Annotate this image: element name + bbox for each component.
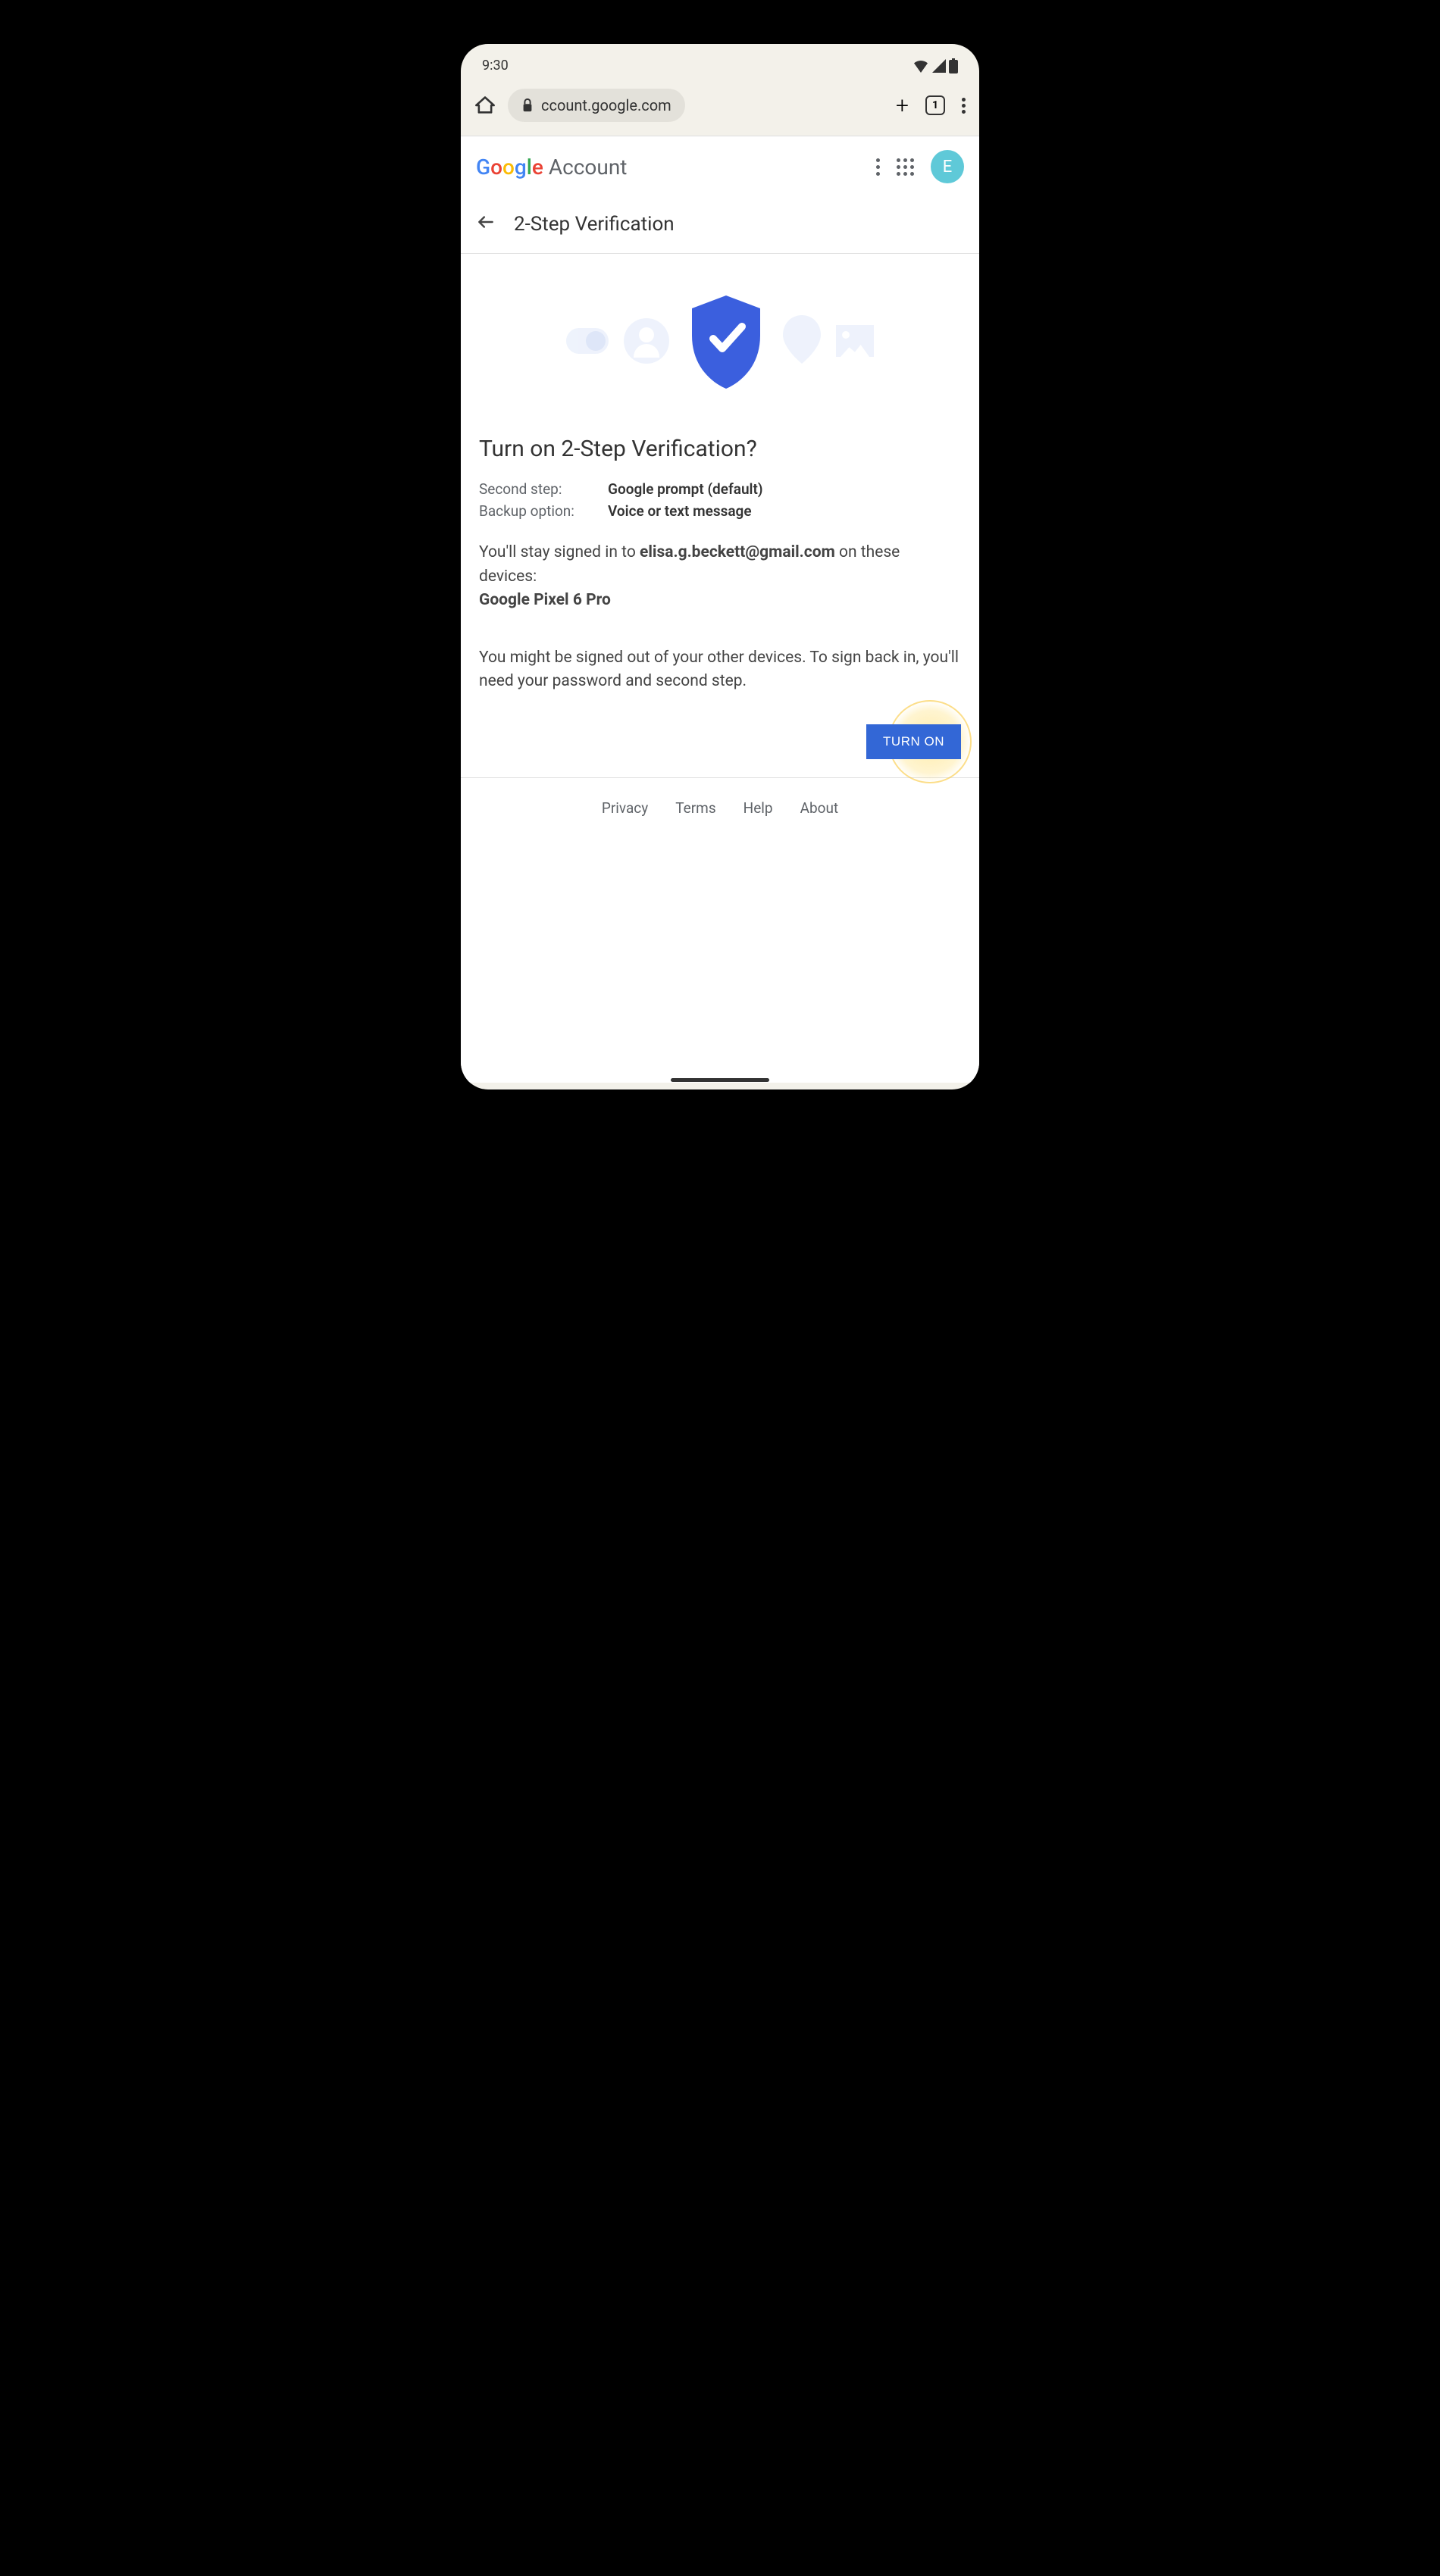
hero-icon-row <box>461 254 979 436</box>
info-label: Backup option: <box>479 502 608 520</box>
page-content: Google Account E 2-Step Verification <box>461 136 979 1083</box>
signal-icon <box>932 59 946 73</box>
device-name: Google Pixel 6 Pro <box>479 591 611 609</box>
footer-link-terms[interactable]: Terms <box>675 799 715 817</box>
page-title: 2-Step Verification <box>514 213 675 236</box>
image-icon <box>836 325 874 357</box>
page-title-row: 2-Step Verification <box>461 197 979 254</box>
info-row-backup: Backup option: Voice or text message <box>479 502 961 520</box>
location-pin-icon <box>783 315 821 367</box>
new-tab-button[interactable]: + <box>896 92 909 119</box>
user-email: elisa.g.beckett@gmail.com <box>640 543 835 561</box>
status-bar: 9:30 <box>461 44 979 80</box>
url-text: ccount.google.com <box>541 96 671 114</box>
footer-link-help[interactable]: Help <box>743 799 773 817</box>
tab-switcher-button[interactable]: 1 <box>925 95 945 115</box>
footer-links: Privacy Terms Help About <box>461 777 979 838</box>
power-button <box>993 250 996 303</box>
status-time: 9:30 <box>482 58 509 73</box>
footer-link-about[interactable]: About <box>800 799 839 817</box>
lock-icon <box>521 98 534 112</box>
info-value: Voice or text message <box>608 502 752 520</box>
status-icons <box>913 58 958 73</box>
signed-in-text: You'll stay signed in to elisa.g.beckett… <box>479 541 961 613</box>
home-icon[interactable] <box>474 95 496 116</box>
url-bar[interactable]: ccount.google.com <box>508 89 685 122</box>
phone-frame: 9:30 ccount.google.com + 1 <box>447 30 993 1103</box>
main-section: Turn on 2-Step Verification? Second step… <box>461 436 979 694</box>
account-menu-button[interactable] <box>876 158 880 176</box>
footer-link-privacy[interactable]: Privacy <box>602 799 648 817</box>
info-row-second-step: Second step: Google prompt (default) <box>479 480 961 498</box>
turn-on-button[interactable]: TURN ON <box>866 724 961 759</box>
volume-button <box>993 333 996 432</box>
phone-screen: 9:30 ccount.google.com + 1 <box>461 44 979 1089</box>
browser-menu-button[interactable] <box>962 98 966 114</box>
warning-text: You might be signed out of your other de… <box>479 646 961 694</box>
toggle-icon <box>566 328 609 354</box>
battery-icon <box>949 58 958 73</box>
wifi-icon <box>913 59 929 73</box>
person-icon <box>624 318 669 364</box>
action-row: TURN ON <box>461 694 979 777</box>
apps-grid-button[interactable] <box>897 158 914 176</box>
google-logo: Google Account <box>476 155 627 180</box>
browser-toolbar: ccount.google.com + 1 <box>461 80 979 136</box>
info-label: Second step: <box>479 480 608 498</box>
avatar[interactable]: E <box>931 150 964 183</box>
headline: Turn on 2-Step Verification? <box>479 436 961 462</box>
back-arrow-icon[interactable] <box>476 212 496 236</box>
shield-check-icon <box>684 292 768 390</box>
info-value: Google prompt (default) <box>608 480 763 498</box>
app-header: Google Account E <box>461 136 979 197</box>
home-indicator[interactable] <box>671 1078 769 1082</box>
